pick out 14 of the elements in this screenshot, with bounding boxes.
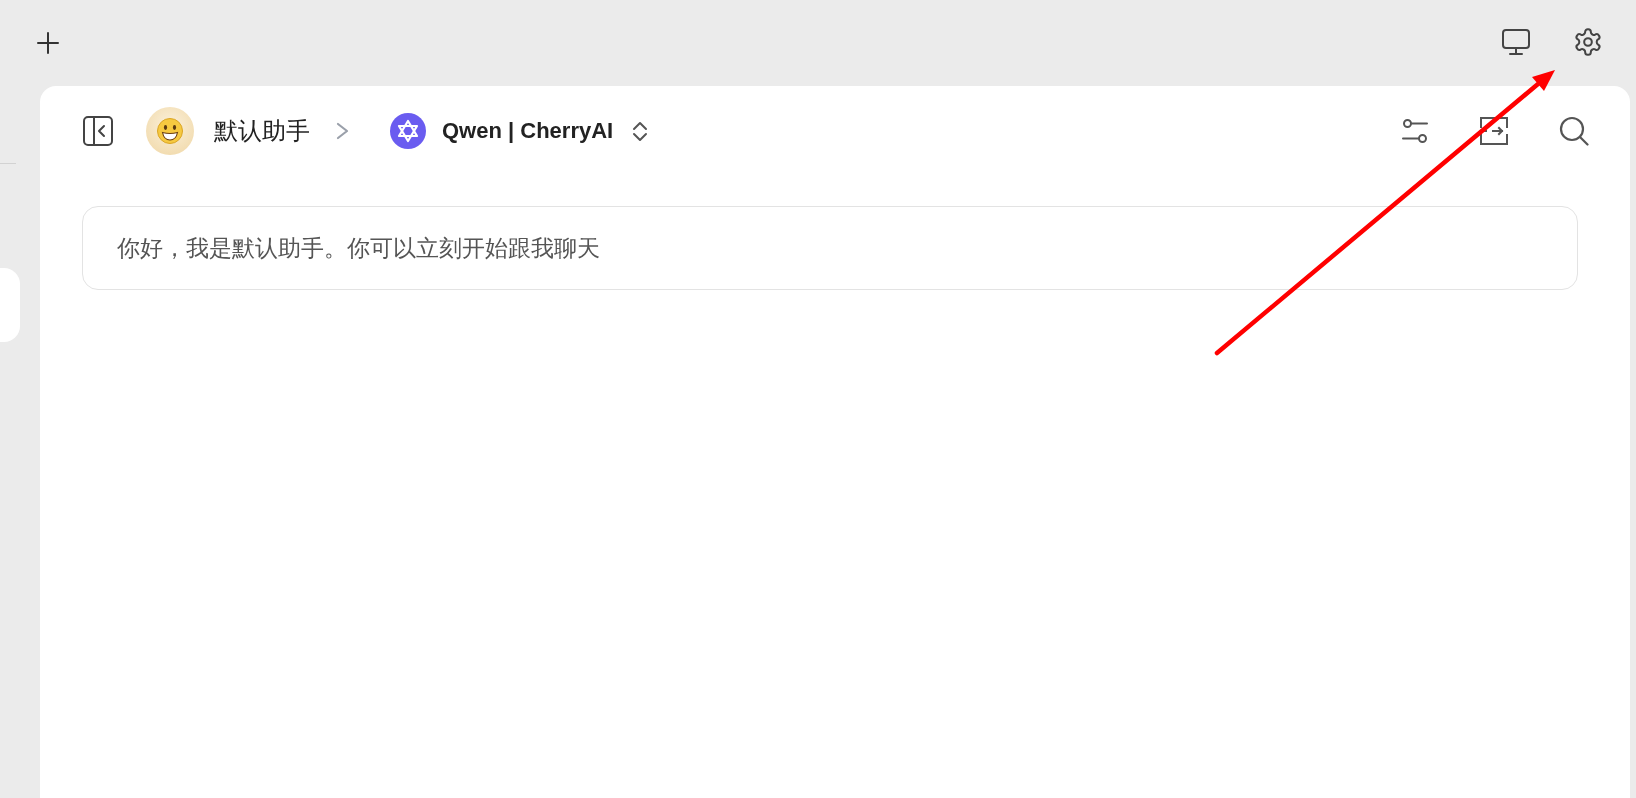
monitor-icon[interactable]: [1502, 29, 1530, 55]
message-bubble: 你好，我是默认助手。你可以立刻开始跟我聊天: [82, 206, 1578, 290]
sidebar-toggle-icon[interactable]: [83, 116, 113, 146]
smiley-avatar-icon[interactable]: [146, 107, 194, 155]
star-logo-icon: [390, 113, 426, 149]
assistant-name[interactable]: 默认助手: [214, 115, 310, 147]
up-down-caret-icon: [632, 119, 649, 143]
chevron-right-icon: [335, 122, 350, 140]
model-selector[interactable]: Qwen | CherryAI: [442, 118, 649, 144]
sliders-icon[interactable]: [1402, 118, 1428, 144]
search-icon[interactable]: [1559, 116, 1589, 146]
plus-icon[interactable]: [37, 32, 59, 54]
frame-arrow-icon[interactable]: [1479, 116, 1509, 146]
settings-icon[interactable]: [1574, 28, 1602, 56]
